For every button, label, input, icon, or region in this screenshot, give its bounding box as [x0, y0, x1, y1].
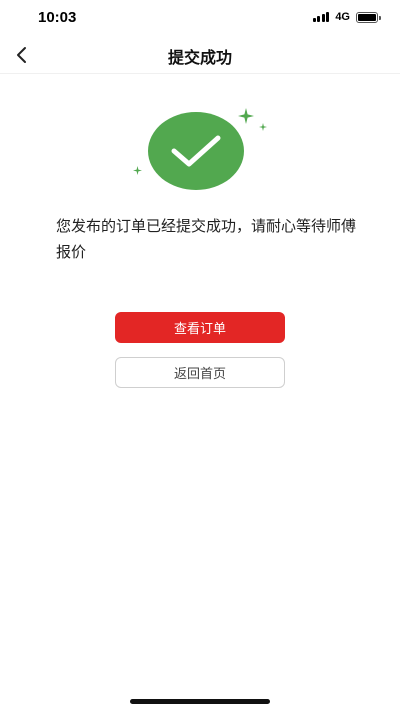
sparkle-icon: [238, 108, 254, 124]
status-time: 10:03: [38, 9, 77, 26]
screen: 10:03 4G 提交成功 您发布的订单已经提交成功，请耐心等待师傅报价 查看订…: [0, 0, 400, 711]
status-indicators: 4G: [312, 11, 381, 23]
status-bar: 10:03 4G: [0, 0, 400, 36]
page-title: 提交成功: [167, 48, 232, 67]
signal-icon: [312, 12, 330, 22]
sparkle-icon: [133, 166, 142, 175]
success-graphic: [130, 106, 270, 196]
view-order-button[interactable]: 查看订单: [115, 312, 285, 343]
success-message: 您发布的订单已经提交成功，请耐心等待师傅报价: [56, 217, 357, 261]
back-home-button[interactable]: 返回首页: [115, 357, 285, 388]
battery-icon: [356, 11, 381, 23]
home-indicator: [130, 699, 270, 704]
network-type: 4G: [335, 11, 350, 23]
sparkle-icon: [259, 123, 267, 131]
check-circle-icon: [148, 112, 244, 190]
nav-bar: 提交成功: [0, 36, 400, 74]
